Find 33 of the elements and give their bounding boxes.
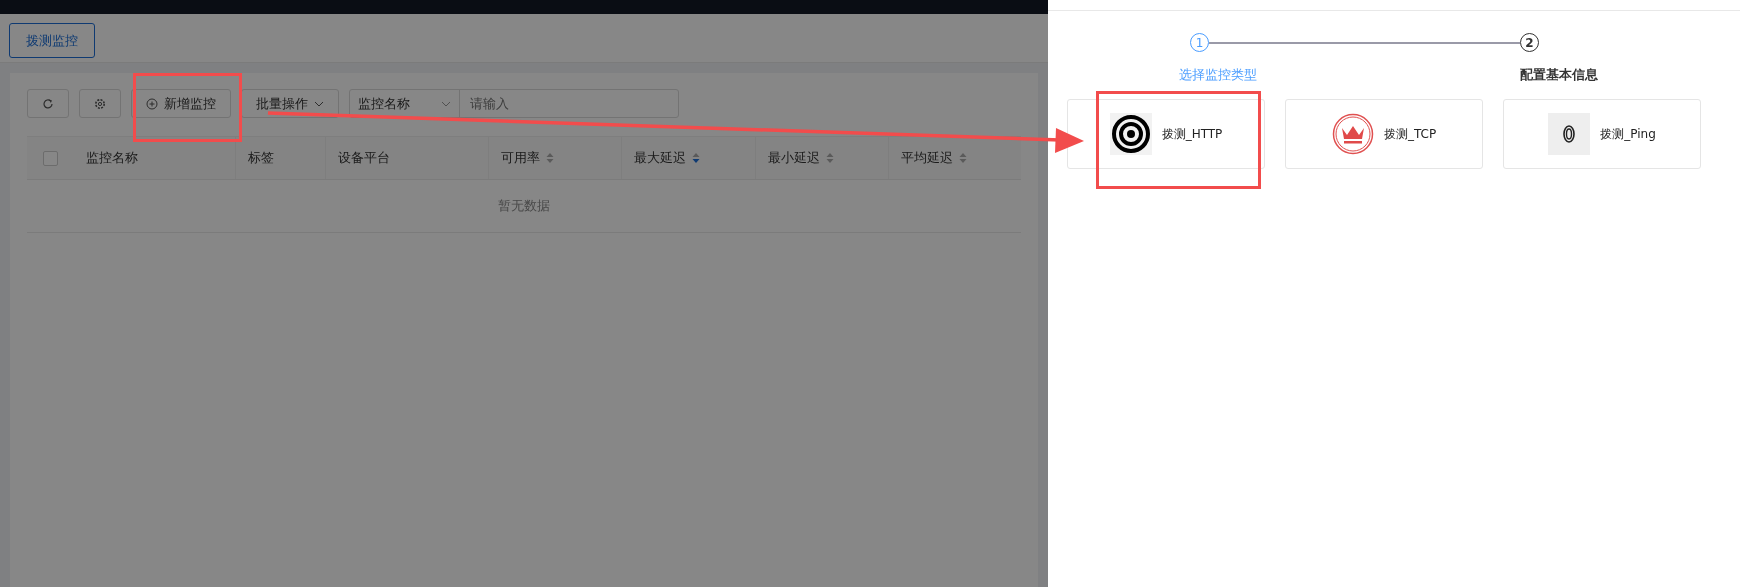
checkbox[interactable] bbox=[43, 150, 58, 166]
tab[interactable]: 拨测监控 bbox=[9, 23, 95, 58]
step-number: 1 bbox=[1190, 33, 1209, 52]
column-header: 最小延迟 bbox=[767, 149, 820, 167]
field-select[interactable]: 监控名称 bbox=[358, 94, 410, 113]
step-label: 配置基本信息 bbox=[1520, 66, 1598, 84]
column-header: 平均延迟 bbox=[900, 149, 953, 167]
column-header: 标签 bbox=[247, 149, 274, 167]
refresh-icon bbox=[42, 97, 54, 110]
plus-circle-icon bbox=[146, 97, 158, 110]
caret-icon bbox=[441, 100, 451, 107]
sort-icon[interactable] bbox=[825, 152, 834, 164]
step-number: 2 bbox=[1520, 33, 1539, 52]
settings-icon bbox=[94, 97, 106, 110]
sort-icon[interactable] bbox=[958, 152, 967, 164]
column-header: 最大延迟 bbox=[634, 149, 687, 167]
step-label: 选择监控类型 bbox=[1179, 66, 1257, 84]
monitor-type-card[interactable]: 拨测_TCP bbox=[1285, 99, 1483, 169]
settings-button[interactable] bbox=[79, 89, 121, 118]
monitor-type-card[interactable]: 拨测_Ping bbox=[1503, 99, 1701, 169]
column-header: 设备平台 bbox=[338, 149, 391, 167]
target-icon bbox=[1109, 113, 1152, 155]
refresh-button[interactable] bbox=[27, 89, 69, 118]
sort-icon[interactable] bbox=[692, 152, 701, 164]
column-header: 可用率 bbox=[501, 149, 541, 167]
crown-icon bbox=[1331, 113, 1374, 155]
sort-icon[interactable] bbox=[546, 152, 555, 164]
column-header: 监控名称 bbox=[85, 149, 138, 167]
add-monitor-button[interactable]: 新增监控 bbox=[131, 89, 231, 118]
empty-text: 暂无数据 bbox=[498, 197, 550, 215]
monitor-type-card[interactable]: 拨测_HTTP bbox=[1067, 99, 1265, 169]
caret-icon bbox=[314, 100, 324, 107]
search-field[interactable]: 监控名称 请输入 bbox=[349, 89, 679, 118]
